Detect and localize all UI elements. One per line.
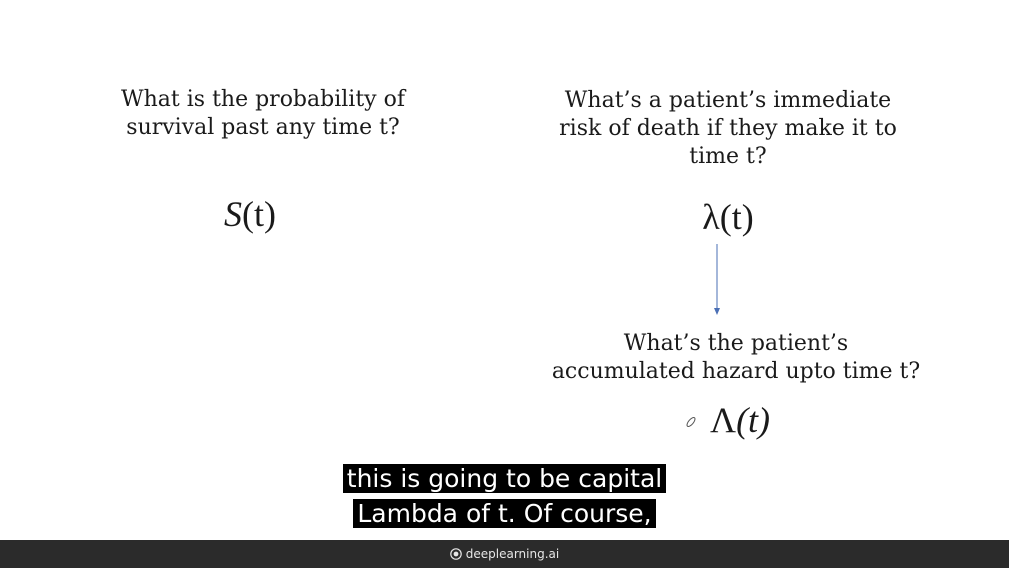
deeplearning-logo-icon (449, 548, 462, 560)
down-arrow-icon (714, 244, 720, 315)
hazard-symbol: λ (702, 197, 720, 237)
hazard-function-formula: λ(t) (668, 199, 788, 235)
cumulative-argument: (t) (736, 400, 771, 440)
cumulative-hazard-question: What’s the patient’s accumulated hazard … (551, 331, 921, 384)
subtitle-captions: this is going to be capital Lambda of t.… (0, 461, 1009, 531)
caption-line-1: this is going to be capital (342, 464, 667, 493)
cumulative-hazard-formula: Λ(t) (680, 402, 800, 438)
caption-line-2: Lambda of t. Of course, (353, 499, 656, 528)
survival-argument: (t) (242, 194, 276, 234)
cumulative-symbol: Λ (709, 400, 737, 440)
footer-brand: deeplearning.ai (465, 547, 560, 561)
survival-symbol: S (224, 194, 242, 234)
hazard-question: What’s a patient’s immediate risk of dea… (559, 88, 897, 169)
survival-question: What is the probability of survival past… (121, 87, 405, 140)
survival-function-formula: S(t) (190, 196, 310, 232)
hazard-argument: (t) (719, 197, 754, 237)
video-footer-bar: deeplearning.ai (0, 540, 1009, 568)
lecture-slide: What is the probability of survival past… (0, 0, 1009, 568)
